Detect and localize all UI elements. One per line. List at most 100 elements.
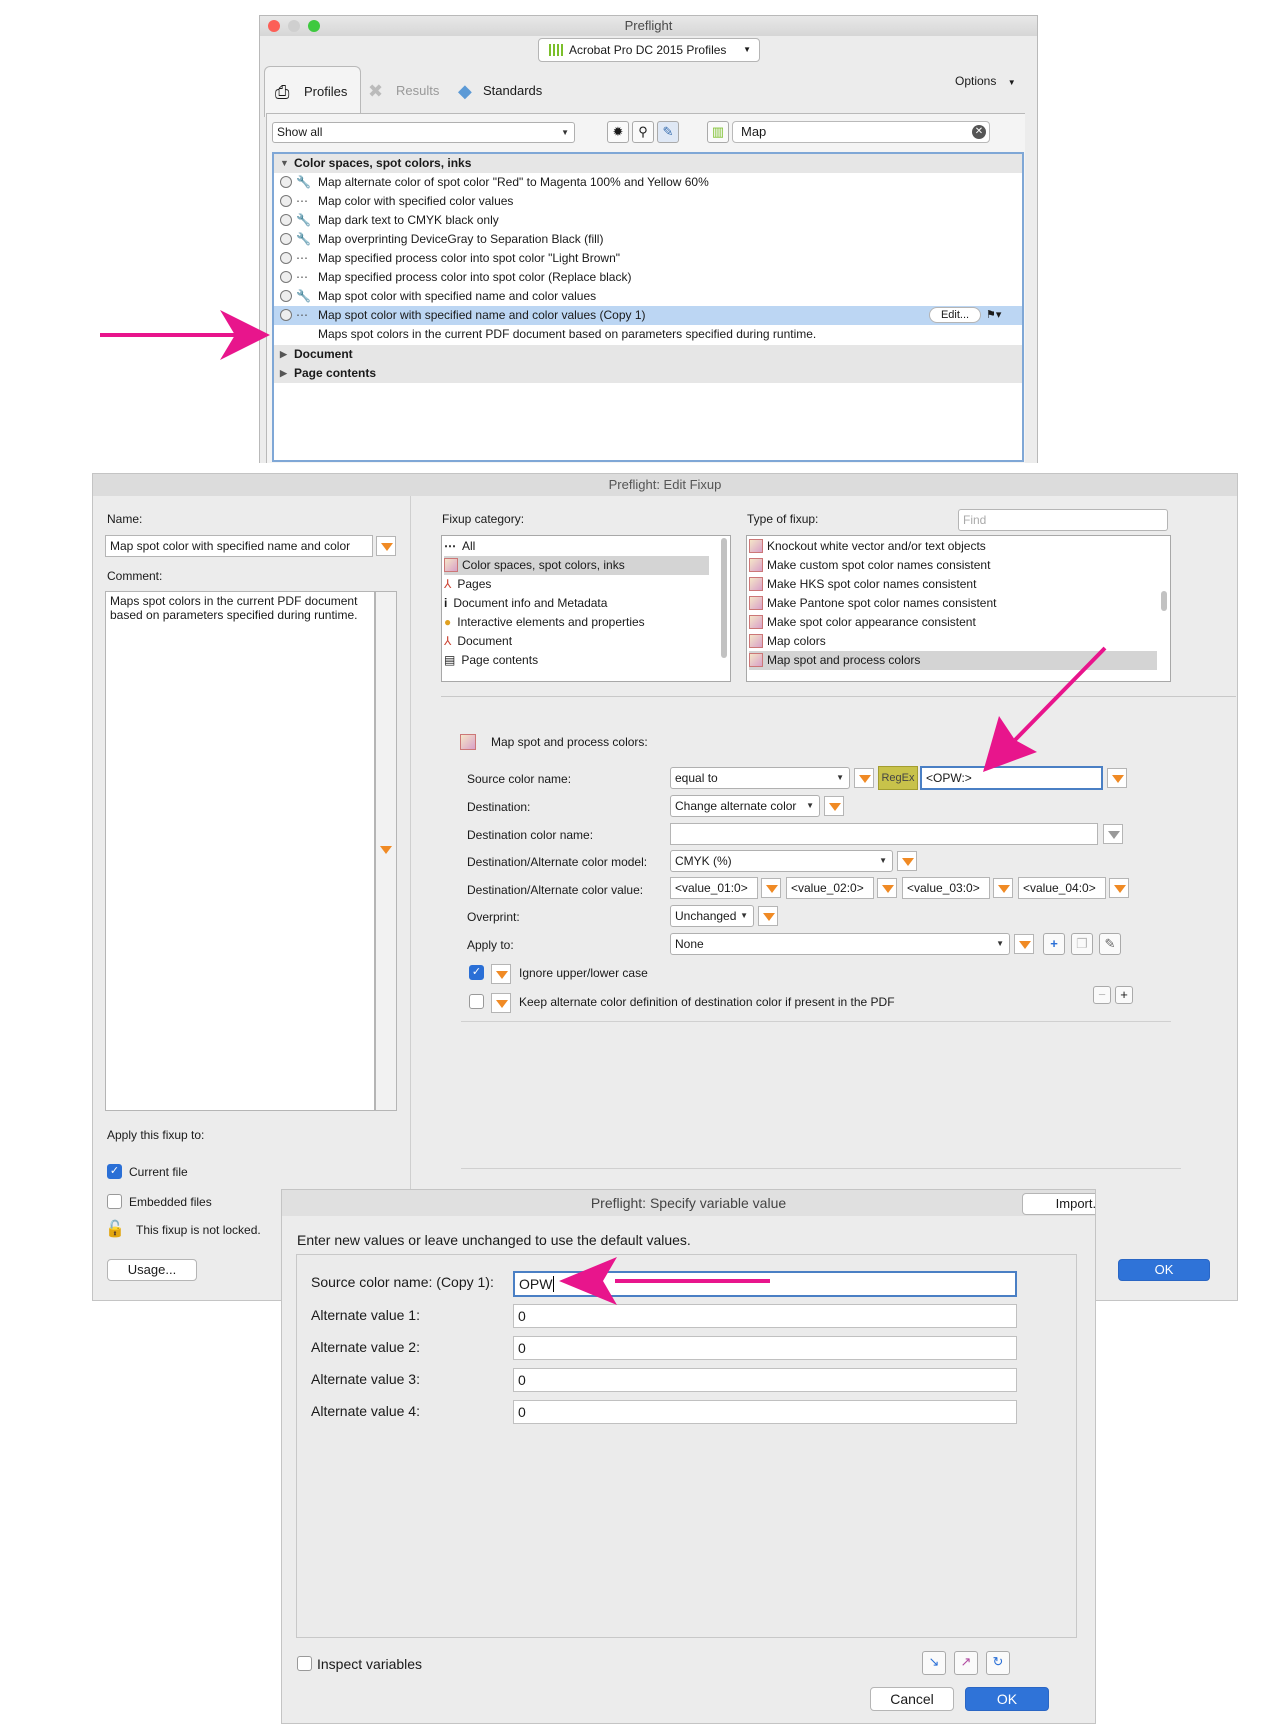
list-item[interactable]: 🔧 Map overprinting DeviceGray to Separati… bbox=[274, 230, 1022, 249]
splitter bbox=[410, 496, 411, 1300]
edit-button[interactable]: Edit... bbox=[929, 307, 981, 323]
category-item-all[interactable]: ⋯ All bbox=[444, 537, 475, 556]
cancel-button[interactable]: Cancel bbox=[870, 1687, 954, 1711]
clear-search-icon[interactable]: ✕ bbox=[972, 125, 986, 139]
minimize-window-button[interactable] bbox=[288, 20, 300, 32]
import-values-button[interactable]: ↘ bbox=[922, 1651, 946, 1675]
dest-color-name-menu[interactable] bbox=[1103, 824, 1123, 844]
tab-standards[interactable]: ◆ Standards bbox=[456, 66, 566, 116]
search-input[interactable]: Map bbox=[732, 121, 990, 143]
add-object-button[interactable]: + bbox=[1043, 933, 1065, 955]
fixup-icon-button[interactable]: ✎ bbox=[657, 121, 679, 143]
library-filter-button[interactable]: ▥ bbox=[707, 121, 729, 143]
list-item[interactable]: 🔧 Map dark text to CMYK black only bbox=[274, 211, 1022, 230]
scrollbar[interactable] bbox=[721, 538, 727, 658]
destination-select[interactable]: Change alternate color ▼ bbox=[670, 795, 820, 817]
close-window-button[interactable] bbox=[268, 20, 280, 32]
find-input[interactable]: Find bbox=[958, 509, 1168, 531]
list-item[interactable]: ⋯ Map color with specified color values bbox=[274, 192, 1022, 211]
alternate-value-4-input[interactable]: 0 bbox=[513, 1400, 1017, 1424]
type-item[interactable]: Map colors bbox=[749, 632, 826, 651]
overprint-variable-menu[interactable] bbox=[758, 906, 778, 926]
type-item[interactable]: Knockout white vector and/or text object… bbox=[749, 537, 986, 556]
name-variable-menu[interactable] bbox=[376, 536, 396, 556]
dest-value-1-menu[interactable] bbox=[761, 878, 781, 898]
destination-variable-menu[interactable] bbox=[824, 796, 844, 816]
comment-variable-menu[interactable] bbox=[376, 840, 396, 860]
alternate-value-3-input[interactable]: 0 bbox=[513, 1368, 1017, 1392]
check-icon-button[interactable]: ⚲ bbox=[632, 121, 654, 143]
ignore-case-checkbox[interactable]: ✓ bbox=[469, 965, 484, 980]
edit-object-button[interactable]: ✎ bbox=[1099, 933, 1121, 955]
regex-toggle[interactable]: RegEx bbox=[878, 766, 918, 790]
type-item[interactable]: Make HKS spot color names consistent bbox=[749, 575, 976, 594]
overprint-select[interactable]: Unchanged ▼ bbox=[670, 905, 754, 927]
category-color-spaces[interactable]: ▼ Color spaces, spot colors, inks bbox=[274, 154, 1022, 173]
remove-object-button[interactable]: ❐ bbox=[1071, 933, 1093, 955]
dest-model-variable-menu[interactable] bbox=[897, 851, 917, 871]
dest-model-select[interactable]: CMYK (%) ▼ bbox=[670, 850, 893, 872]
remove-condition-button[interactable]: − bbox=[1093, 986, 1111, 1004]
category-item-doc-info[interactable]: i Document info and Metadata bbox=[444, 594, 607, 613]
type-item[interactable]: Make spot color appearance consistent bbox=[749, 613, 976, 632]
list-item-selected[interactable]: ⋯ Map spot color with specified name and … bbox=[274, 306, 1022, 325]
flag-menu-icon[interactable]: ⚑▾ bbox=[986, 306, 1001, 325]
reset-values-button[interactable]: ↻ bbox=[986, 1651, 1010, 1675]
category-item-page-contents[interactable]: ▤ Page contents bbox=[444, 651, 538, 670]
type-item[interactable]: Make Pantone spot color names consistent bbox=[749, 594, 996, 613]
usage-button[interactable]: Usage... bbox=[107, 1259, 197, 1281]
keep-alt-checkbox[interactable] bbox=[469, 994, 484, 1009]
comment-bubble-icon: ● bbox=[444, 615, 452, 629]
export-values-button[interactable]: ↗ bbox=[954, 1651, 978, 1675]
category-document[interactable]: ▶ Document bbox=[274, 345, 1022, 364]
ignore-case-variable-menu[interactable] bbox=[491, 964, 511, 984]
inspect-variables-checkbox[interactable] bbox=[297, 1656, 312, 1671]
apply-to-variable-menu[interactable] bbox=[1014, 934, 1034, 954]
category-item-interactive[interactable]: ● Interactive elements and properties bbox=[444, 613, 645, 632]
tab-results[interactable]: ✖ Results bbox=[364, 66, 454, 116]
tab-profiles[interactable]: ⎙ Profiles bbox=[264, 66, 361, 117]
current-file-checkbox[interactable]: ✓ bbox=[107, 1164, 122, 1179]
dest-value-4-menu[interactable] bbox=[1109, 878, 1129, 898]
list-item[interactable]: 🔧 Map alternate color of spot color "Red"… bbox=[274, 173, 1022, 192]
zoom-window-button[interactable] bbox=[308, 20, 320, 32]
dialog-title: Preflight: Specify variable value bbox=[590, 1195, 787, 1211]
fix-icon-button[interactable]: ✹ bbox=[607, 121, 629, 143]
category-page-contents[interactable]: ▶ Page contents bbox=[274, 364, 1022, 383]
keep-alt-variable-menu[interactable] bbox=[491, 993, 511, 1013]
dest-value-2[interactable]: <value_02:0> bbox=[786, 877, 874, 899]
add-condition-button[interactable]: + bbox=[1115, 986, 1133, 1004]
list-item[interactable]: ⋯ Map specified process color into spot c… bbox=[274, 249, 1022, 268]
ok-button[interactable]: OK bbox=[965, 1687, 1049, 1711]
apply-to-select[interactable]: None ▼ bbox=[670, 933, 1010, 955]
dest-value-1[interactable]: <value_01:0> bbox=[670, 877, 758, 899]
select-arrow-icon: ▼ bbox=[740, 911, 748, 920]
category-item-color-spaces[interactable]: Color spaces, spot colors, inks bbox=[444, 556, 709, 575]
dest-value-4[interactable]: <value_04:0> bbox=[1018, 877, 1106, 899]
list-item-label: Map color with specified color values bbox=[318, 194, 514, 208]
dest-value-2-menu[interactable] bbox=[877, 878, 897, 898]
dest-value-3-menu[interactable] bbox=[993, 878, 1013, 898]
unlock-icon[interactable]: 🔓 bbox=[105, 1219, 125, 1239]
embedded-files-checkbox[interactable] bbox=[107, 1194, 122, 1209]
category-item-pages[interactable]: ⅄ Pages bbox=[444, 575, 491, 594]
import-button[interactable]: Import... bbox=[1022, 1193, 1095, 1215]
dest-color-name-input[interactable] bbox=[670, 823, 1098, 845]
source-operator-select[interactable]: equal to ▼ bbox=[670, 767, 850, 789]
list-item-label: Map overprinting DeviceGray to Separatio… bbox=[318, 232, 604, 246]
profile-set-dropdown[interactable]: Acrobat Pro DC 2015 Profiles ▼ bbox=[538, 38, 760, 62]
alternate-value-2-input[interactable]: 0 bbox=[513, 1336, 1017, 1360]
category-item-document[interactable]: ⅄ Document bbox=[444, 632, 512, 651]
ok-button[interactable]: OK bbox=[1118, 1259, 1210, 1281]
options-menu[interactable]: Options ▼ bbox=[955, 74, 1016, 88]
dest-value-3[interactable]: <value_03:0> bbox=[902, 877, 990, 899]
comment-field[interactable]: Maps spot colors in the current PDF docu… bbox=[105, 591, 375, 1111]
source-op-variable-menu[interactable] bbox=[854, 768, 874, 788]
list-item[interactable]: 🔧 Map spot color with specified name and … bbox=[274, 287, 1022, 306]
window-title: Preflight bbox=[624, 18, 673, 33]
list-item[interactable]: ⋯ Map specified process color into spot c… bbox=[274, 268, 1022, 287]
name-field[interactable]: Map spot color with specified name and c… bbox=[105, 535, 373, 557]
type-item[interactable]: Make custom spot color names consistent bbox=[749, 556, 990, 575]
scrollbar[interactable] bbox=[1161, 591, 1167, 611]
filter-select[interactable]: Show all ▼ bbox=[272, 122, 575, 143]
